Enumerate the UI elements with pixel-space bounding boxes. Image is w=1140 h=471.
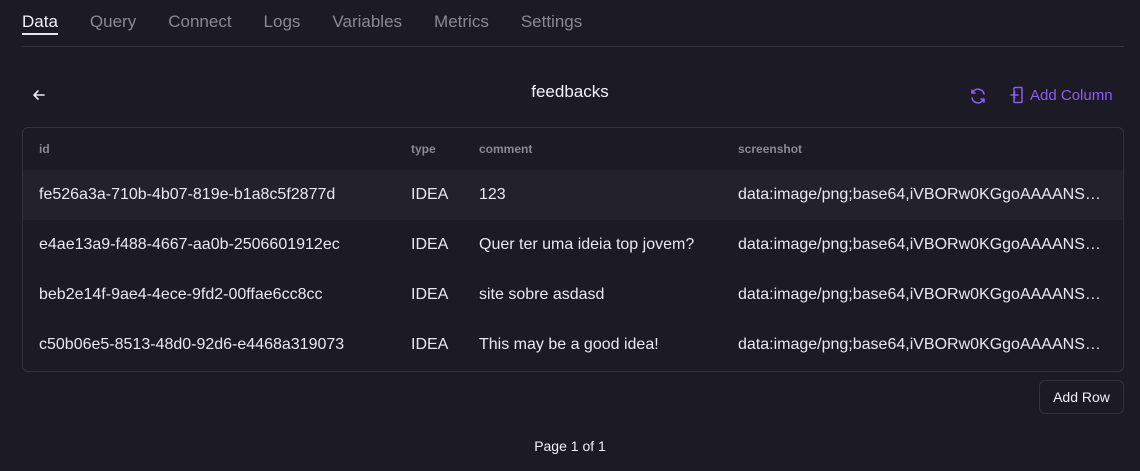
- cell-type[interactable]: IDEA: [395, 236, 463, 254]
- add-column-button[interactable]: Add Column: [1010, 86, 1113, 104]
- cell-id[interactable]: e4ae13a9-f488-4667-aa0b-2506601912ec: [23, 236, 395, 254]
- cell-id[interactable]: fe526a3a-710b-4b07-819e-b1a8c5f2877d: [23, 186, 395, 204]
- column-header-comment[interactable]: comment: [463, 142, 722, 156]
- tab-query[interactable]: Query: [90, 0, 136, 34]
- cell-type[interactable]: IDEA: [395, 286, 463, 304]
- column-header-type[interactable]: type: [395, 142, 463, 156]
- cell-screenshot[interactable]: data:image/png;base64,iVBORw0KGgoAAAANSU…: [722, 236, 1102, 254]
- cell-screenshot[interactable]: data:image/png;base64,iVBORw0KGgoAAAANSU…: [722, 336, 1102, 354]
- cell-id[interactable]: c50b06e5-8513-48d0-92d6-e4468a319073: [23, 336, 395, 354]
- tab-variables[interactable]: Variables: [332, 0, 402, 34]
- add-row-button[interactable]: Add Row: [1039, 380, 1124, 414]
- tab-connect[interactable]: Connect: [168, 0, 231, 34]
- column-header-screenshot[interactable]: screenshot: [722, 142, 1102, 156]
- refresh-icon: [971, 88, 985, 104]
- cell-type[interactable]: IDEA: [395, 186, 463, 204]
- data-table: id type comment screenshot fe526a3a-710b…: [22, 127, 1124, 372]
- add-column-label: Add Column: [1030, 86, 1113, 104]
- cell-screenshot[interactable]: data:image/png;base64,iVBORw0KGgoAAAANSU…: [722, 286, 1102, 304]
- tab-metrics[interactable]: Metrics: [434, 0, 489, 34]
- table-header: id type comment screenshot: [23, 128, 1123, 170]
- cell-id[interactable]: beb2e14f-9ae4-4ece-9fd2-00ffae6cc8cc: [23, 286, 395, 304]
- refresh-button[interactable]: [968, 86, 988, 106]
- table-row[interactable]: beb2e14f-9ae4-4ece-9fd2-00ffae6cc8cc IDE…: [23, 270, 1123, 320]
- table-row[interactable]: fe526a3a-710b-4b07-819e-b1a8c5f2877d IDE…: [23, 170, 1123, 220]
- table-row[interactable]: c50b06e5-8513-48d0-92d6-e4468a319073 IDE…: [23, 320, 1123, 370]
- cell-type[interactable]: IDEA: [395, 336, 463, 354]
- tab-bar: Data Query Connect Logs Variables Metric…: [22, 0, 1124, 47]
- cell-comment[interactable]: site sobre asdasd: [463, 286, 722, 304]
- tab-settings[interactable]: Settings: [521, 0, 582, 34]
- tab-data[interactable]: Data: [22, 0, 58, 35]
- table-row[interactable]: e4ae13a9-f488-4667-aa0b-2506601912ec IDE…: [23, 220, 1123, 270]
- cell-comment[interactable]: This may be a good idea!: [463, 336, 722, 354]
- pagination-label: Page 1 of 1: [534, 438, 606, 454]
- cell-comment[interactable]: Quer ter uma ideia top jovem?: [463, 236, 722, 254]
- cell-screenshot[interactable]: data:image/png;base64,iVBORw0KGgoAAAANSU…: [722, 186, 1102, 204]
- column-header-id[interactable]: id: [23, 142, 395, 156]
- cell-comment[interactable]: 123: [463, 186, 722, 204]
- tab-logs[interactable]: Logs: [264, 0, 301, 34]
- add-column-icon: [1010, 86, 1023, 104]
